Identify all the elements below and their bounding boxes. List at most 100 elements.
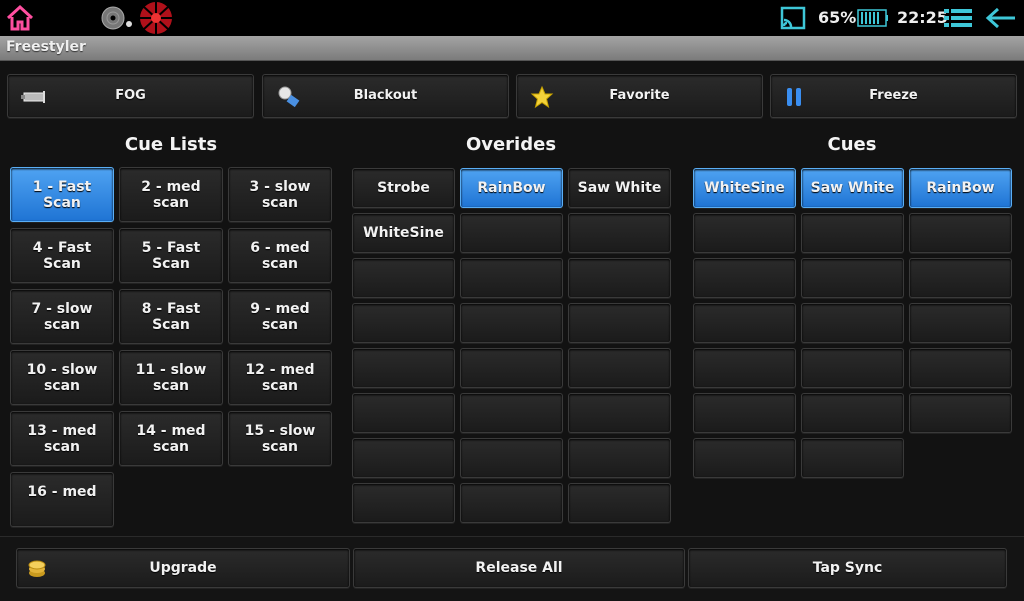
cue-list-button[interactable]: 11 - slow scan: [119, 350, 223, 405]
override-button[interactable]: [460, 303, 563, 343]
override-button[interactable]: RainBow: [460, 168, 563, 208]
cue-list-button[interactable]: 16 - med: [10, 472, 114, 527]
override-button[interactable]: [460, 258, 563, 298]
override-label: Saw White: [577, 180, 662, 196]
cue-list-button[interactable]: 7 - slow scan: [10, 289, 114, 344]
cue-button[interactable]: [693, 258, 796, 298]
override-button[interactable]: [460, 213, 563, 253]
bulb-icon: [275, 85, 301, 109]
override-button[interactable]: [352, 438, 455, 478]
cue-list-button[interactable]: 5 - Fast Scan: [119, 228, 223, 283]
cue-list-label: 9 - med: [250, 300, 310, 317]
cue-list-sublabel: scan: [261, 438, 299, 455]
override-button[interactable]: [568, 303, 671, 343]
blackout-button[interactable]: Blackout: [262, 74, 509, 118]
cue-list-button[interactable]: 14 - med scan: [119, 411, 223, 466]
freeze-button[interactable]: Freeze: [770, 74, 1017, 118]
favorite-label: Favorite: [609, 88, 670, 103]
favorite-button[interactable]: Favorite: [516, 74, 763, 118]
cue-list-button[interactable]: 1 - Fast Scan: [10, 167, 114, 222]
cue-list-sublabel: scan: [43, 377, 81, 394]
override-button[interactable]: WhiteSine: [352, 213, 455, 253]
cue-list-button[interactable]: 4 - Fast Scan: [10, 228, 114, 283]
tap-sync-button[interactable]: Tap Sync: [688, 548, 1007, 588]
cue-button[interactable]: [693, 438, 796, 478]
override-button[interactable]: [352, 303, 455, 343]
home-icon[interactable]: [4, 4, 36, 32]
cue-button[interactable]: RainBow: [909, 168, 1012, 208]
cue-list-label: 8 - Fast: [141, 300, 201, 317]
override-button[interactable]: Strobe: [352, 168, 455, 208]
override-button[interactable]: [460, 393, 563, 433]
release-all-label: Release All: [475, 560, 563, 576]
cue-button[interactable]: [909, 393, 1012, 433]
battery-icon: [857, 8, 889, 28]
cue-button[interactable]: [801, 303, 904, 343]
release-all-button[interactable]: Release All: [353, 548, 685, 588]
upgrade-label: Upgrade: [149, 560, 217, 576]
override-button[interactable]: [352, 393, 455, 433]
cue-button[interactable]: [801, 213, 904, 253]
back-arrow-icon[interactable]: [984, 6, 1018, 30]
cue-list-button[interactable]: 12 - med scan: [228, 350, 332, 405]
override-button[interactable]: [460, 483, 563, 523]
cue-list-label: 11 - slow: [135, 361, 207, 378]
disc-icon: [100, 5, 134, 31]
override-button[interactable]: Saw White: [568, 168, 671, 208]
override-label: WhiteSine: [363, 225, 444, 241]
cue-list-button[interactable]: 9 - med scan: [228, 289, 332, 344]
cue-button[interactable]: [693, 303, 796, 343]
cue-list-sublabel: scan: [152, 438, 190, 455]
cue-lists-title: Cue Lists: [124, 134, 218, 155]
cue-button[interactable]: [801, 438, 904, 478]
cue-button[interactable]: [909, 303, 1012, 343]
cue-list-label: 14 - med: [136, 422, 206, 439]
cue-button[interactable]: [801, 348, 904, 388]
cue-list-sublabel: scan: [43, 438, 81, 455]
cue-list-label: 6 - med: [250, 239, 310, 256]
cast-icon: [780, 6, 806, 30]
cue-list-button[interactable]: 6 - med scan: [228, 228, 332, 283]
cue-button[interactable]: [801, 393, 904, 433]
upgrade-button[interactable]: Upgrade: [16, 548, 350, 588]
fog-button[interactable]: FOG: [7, 74, 254, 118]
clock: 22:25: [897, 8, 948, 27]
override-button[interactable]: [460, 348, 563, 388]
override-button[interactable]: [568, 258, 671, 298]
menu-icon[interactable]: [944, 8, 972, 28]
cue-button[interactable]: [909, 348, 1012, 388]
cue-button[interactable]: [801, 258, 904, 298]
override-button[interactable]: [352, 348, 455, 388]
cue-list-button[interactable]: 2 - med scan: [119, 167, 223, 222]
cue-button[interactable]: Saw White: [801, 168, 904, 208]
override-button[interactable]: [568, 393, 671, 433]
override-button[interactable]: [568, 438, 671, 478]
cue-list-label: 10 - slow: [26, 361, 98, 378]
cue-list-sublabel: Scan: [152, 255, 190, 272]
fog-label: FOG: [115, 88, 146, 103]
override-button[interactable]: [568, 348, 671, 388]
cue-button[interactable]: [693, 348, 796, 388]
override-button[interactable]: [352, 483, 455, 523]
cue-list-label: 2 - med: [141, 178, 201, 195]
cue-list-button[interactable]: 15 - slow scan: [228, 411, 332, 466]
override-button[interactable]: [568, 213, 671, 253]
override-button[interactable]: [460, 438, 563, 478]
tap-sync-label: Tap Sync: [812, 560, 883, 576]
cue-button[interactable]: [693, 213, 796, 253]
cue-list-button[interactable]: 10 - slow scan: [10, 350, 114, 405]
cue-button[interactable]: [909, 258, 1012, 298]
cue-list-button[interactable]: 13 - med scan: [10, 411, 114, 466]
cue-label: WhiteSine: [704, 180, 785, 196]
cue-button[interactable]: WhiteSine: [693, 168, 796, 208]
cue-list-button[interactable]: 8 - Fast Scan: [119, 289, 223, 344]
app-title: Freestyler: [6, 39, 86, 55]
cue-label: RainBow: [926, 180, 995, 196]
cue-list-label: 3 - slow: [249, 178, 311, 195]
cue-button[interactable]: [909, 213, 1012, 253]
cue-list-button[interactable]: 3 - slow scan: [228, 167, 332, 222]
cue-label: Saw White: [810, 180, 895, 196]
override-button[interactable]: [568, 483, 671, 523]
cue-button[interactable]: [693, 393, 796, 433]
override-button[interactable]: [352, 258, 455, 298]
